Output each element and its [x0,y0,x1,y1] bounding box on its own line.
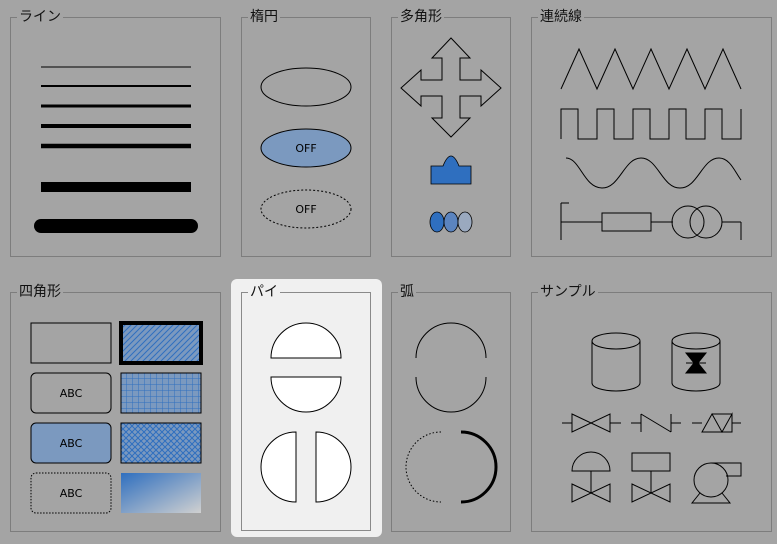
cylinder-tank-icon[interactable] [591,332,641,392]
ellipse-dashed[interactable]: OFF [260,189,352,229]
ellipse-plain[interactable] [260,67,352,107]
rect-grid[interactable] [120,372,202,414]
arc-thick[interactable] [460,430,498,504]
rect-gradient[interactable] [121,473,201,513]
rect-dashed[interactable]: ABC [30,472,112,514]
rect-dashed-label: ABC [60,487,83,500]
pie-right-half[interactable] [315,431,352,503]
motor-valve-icon[interactable] [631,452,671,503]
arc-bottom[interactable] [415,376,487,413]
pie-top-half[interactable] [270,322,342,359]
pump-tank-icon[interactable] [671,332,721,392]
square-wave-icon[interactable] [560,108,742,140]
rect-thick-hatch[interactable] [119,321,203,365]
gate-valve-icon[interactable] [562,413,621,433]
line-samples[interactable] [34,66,198,233]
centrifugal-pump-icon[interactable] [690,462,742,504]
rect-plain[interactable] [30,322,112,364]
circuit-icon[interactable] [560,202,742,240]
relief-valve-icon[interactable] [692,412,741,434]
diaphragm-valve-icon[interactable] [571,451,611,503]
three-dots-icon[interactable] [429,211,473,233]
arc-dotted[interactable] [405,431,442,503]
ellipse-dashed-label: OFF [295,203,316,216]
house-shape-icon[interactable] [430,155,472,185]
four-way-arrow-icon[interactable] [400,37,502,138]
rect-blue[interactable]: ABC [30,422,112,464]
pie-bottom-half[interactable] [270,376,342,413]
ellipse-filled[interactable]: OFF [260,128,352,168]
sine-wave-icon[interactable] [565,157,742,189]
arc-top[interactable] [415,322,487,359]
rect-crosshatch[interactable] [120,422,202,464]
check-valve-icon[interactable] [631,413,681,433]
ellipse-filled-label: OFF [295,142,316,155]
zigzag-icon[interactable] [560,47,742,91]
rect-rounded-label: ABC [60,387,83,400]
rect-blue-label: ABC [60,437,83,450]
pie-left-half[interactable] [260,431,297,503]
rect-rounded[interactable]: ABC [30,372,112,414]
